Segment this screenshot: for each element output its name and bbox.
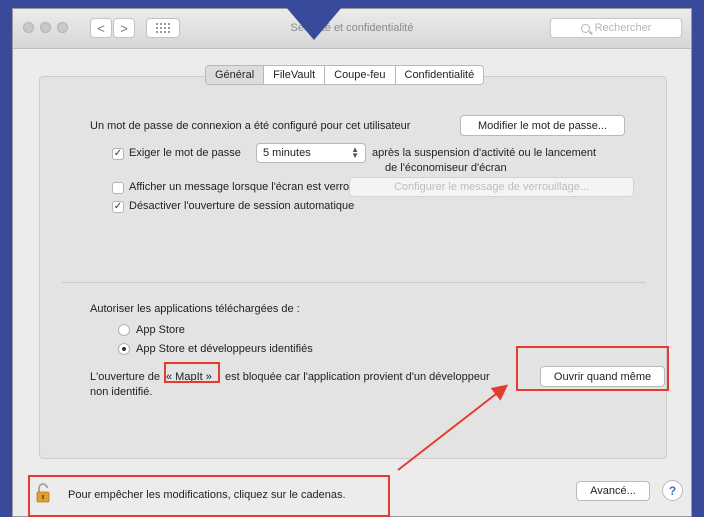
downloads-heading: Autoriser les applications téléchargées … [90, 303, 300, 315]
disable-autologin-label: Désactiver l'ouverture de session automa… [129, 200, 355, 212]
after-sleep-text-2: de l'économiseur d'écran [385, 162, 507, 174]
highlight-lock [28, 475, 390, 517]
password-set-text: Un mot de passe de connexion a été confi… [90, 120, 411, 132]
require-password-label: Exiger le mot de passe [129, 147, 241, 159]
disable-autologin-checkbox[interactable]: ✓ [112, 201, 124, 213]
advanced-button[interactable]: Avancé... [576, 481, 650, 501]
pointer-marker [280, 0, 348, 40]
general-panel: Un mot de passe de connexion a été confi… [39, 76, 667, 459]
checkmark-icon: ✓ [113, 148, 123, 159]
configure-message-button[interactable]: Configurer le message de verrouillage... [349, 177, 634, 197]
tab-privacy[interactable]: Confidentialité [395, 66, 484, 84]
search-field[interactable]: Rechercher [550, 18, 682, 38]
tab-bar: Général FileVault Coupe-feu Confidential… [205, 65, 485, 85]
after-sleep-text-1: après la suspension d'activité ou le lan… [372, 147, 597, 159]
require-password-delay-select[interactable]: 5 minutes ▲ ▼ [256, 143, 366, 163]
radio-app-store-identified[interactable] [118, 343, 130, 355]
checkmark-icon: ✓ [113, 201, 123, 212]
show-message-label: Afficher un message lorsque l'écran est … [129, 181, 369, 193]
search-placeholder: Rechercher [594, 22, 652, 34]
blocked-line-2: non identifié. [90, 386, 153, 398]
require-password-checkbox[interactable]: ✓ [112, 148, 124, 160]
radio-app-store-identified-label: App Store et développeurs identifiés [136, 343, 313, 355]
change-password-button[interactable]: Modifier le mot de passe... [460, 115, 625, 136]
stepper-icon: ▲ ▼ [351, 145, 359, 160]
help-button[interactable]: ? [662, 480, 683, 501]
preferences-window: < > Sécurité et confidentialité Recherch… [12, 8, 692, 517]
search-icon [580, 23, 590, 33]
title-bar: < > Sécurité et confidentialité Recherch… [13, 9, 691, 49]
radio-app-store[interactable] [118, 324, 130, 336]
delay-value: 5 minutes [263, 147, 311, 159]
tab-firewall[interactable]: Coupe-feu [325, 66, 396, 84]
show-message-checkbox[interactable] [112, 182, 124, 194]
highlight-open-anyway [516, 346, 669, 391]
radio-app-store-label: App Store [136, 324, 185, 336]
blocked-prefix: L'ouverture de [90, 371, 160, 383]
help-icon: ? [668, 483, 677, 498]
highlight-app-name [164, 362, 220, 383]
section-divider [62, 282, 646, 283]
tab-filevault[interactable]: FileVault [264, 66, 326, 84]
tab-general[interactable]: Général [206, 66, 265, 84]
blocked-suffix: est bloquée car l'application provient d… [225, 371, 490, 383]
